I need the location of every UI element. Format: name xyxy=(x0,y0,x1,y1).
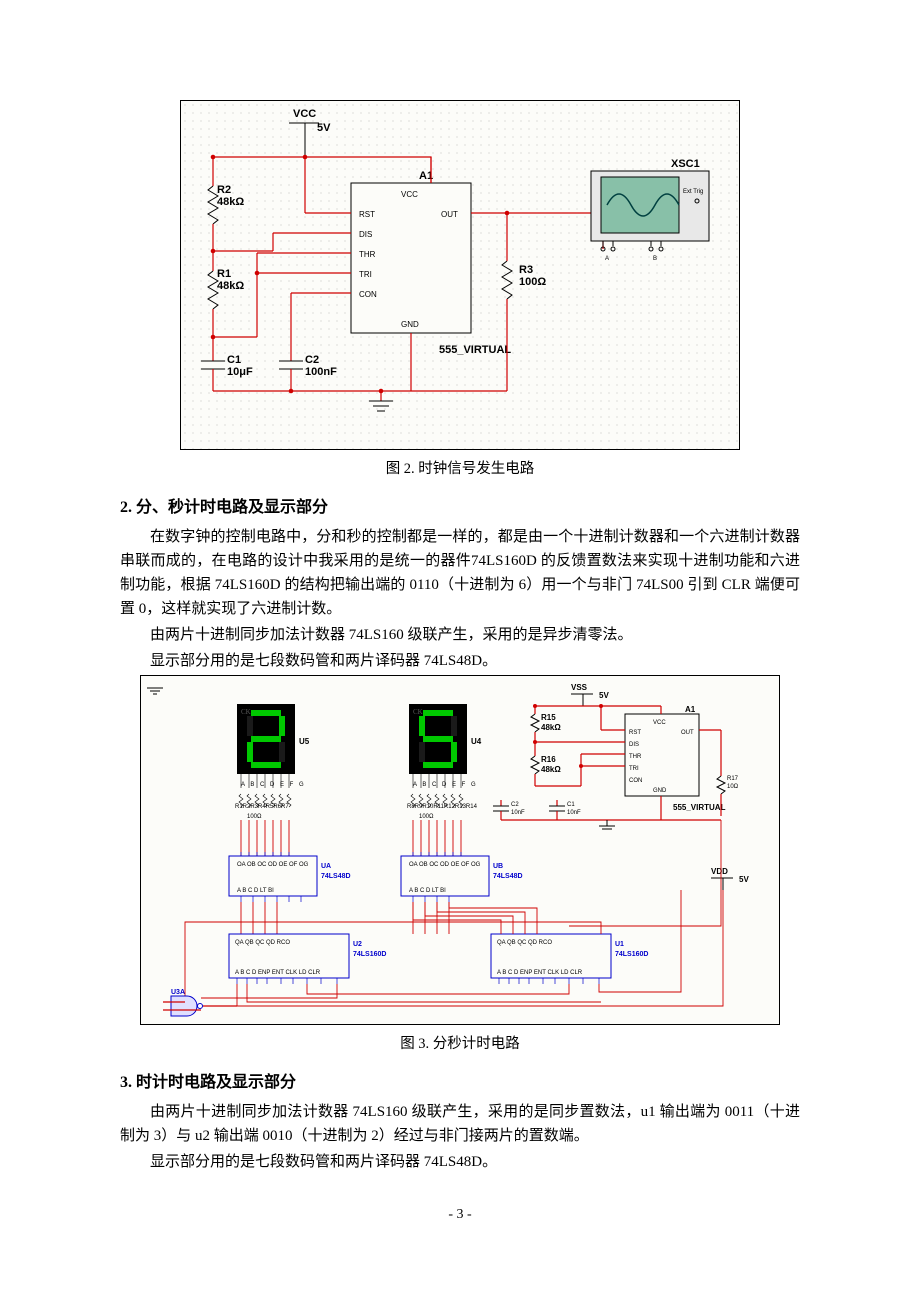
r2-val: 48kΩ xyxy=(217,196,244,208)
svg-text:10nF: 10nF xyxy=(567,810,581,816)
svg-text:CON: CON xyxy=(629,778,642,784)
svg-text:74LS160D: 74LS160D xyxy=(353,951,386,958)
c2-name: C2 xyxy=(305,354,319,366)
svg-text:48kΩ: 48kΩ xyxy=(541,723,561,732)
svg-text:74LS48D: 74LS48D xyxy=(493,873,523,880)
vcc-label: VCC xyxy=(293,108,316,120)
r1-val: 48kΩ xyxy=(217,280,244,292)
svg-text:U2: U2 xyxy=(353,941,362,948)
resistor-array-left: R1R2R3R4R5R6R7 100Ω xyxy=(235,794,291,820)
svg-text:U4: U4 xyxy=(471,737,482,746)
r1-name: R1 xyxy=(217,268,231,280)
svg-text:UB: UB xyxy=(493,863,503,870)
seven-seg-u5: CK xyxy=(237,704,295,774)
svg-text:74LS160D: 74LS160D xyxy=(615,951,648,958)
svg-text:A B C D ENP ENT CLK LD CLR: A B C D ENP ENT CLK LD CLR xyxy=(235,970,321,976)
circuit2-svg: VSS 5V R15 48kΩ R16 48kΩ A1 VCC RST OUT … xyxy=(141,676,781,1026)
section-2-p1: 在数字钟的控制电路中，分和秒的控制都是一样的，都是由一个十进制计数器和一个六进制… xyxy=(120,525,800,621)
r2-name: R2 xyxy=(217,184,231,196)
circuit-diagram-minsec: VSS 5V R15 48kΩ R16 48kΩ A1 VCC RST OUT … xyxy=(140,675,780,1025)
section-2-p3: 显示部分用的是七段数码管和两片译码器 74LS48D。 xyxy=(120,649,800,673)
svg-text:THR: THR xyxy=(629,754,642,760)
resistor-array-right: R8R9R10R11R12R13R14 100Ω xyxy=(407,794,478,820)
svg-text:R17: R17 xyxy=(727,776,739,782)
section-2-heading: 2. 分、秒计时电路及显示部分 xyxy=(120,495,800,521)
svg-text:R15: R15 xyxy=(541,713,556,722)
svg-text:R8R9R10R11R12R13R14: R8R9R10R11R12R13R14 xyxy=(407,804,478,810)
svg-text:A B C D E F G: A B C D E F G xyxy=(413,782,478,788)
svg-text:UA: UA xyxy=(321,863,331,870)
svg-text:DIS: DIS xyxy=(629,742,639,748)
svg-text:A B C D E F G: A B C D E F G xyxy=(241,782,306,788)
c1-name: C1 xyxy=(227,354,241,366)
section-2-p2: 由两片十进制同步加法计数器 74LS160 级联产生，采用的是异步清零法。 xyxy=(120,623,800,647)
svg-text:RST: RST xyxy=(629,730,641,736)
seven-seg-u4: CK xyxy=(409,704,467,774)
section-3-heading: 3. 时计时电路及显示部分 xyxy=(120,1070,800,1096)
svg-text:C2: C2 xyxy=(511,802,519,808)
svg-text:A1: A1 xyxy=(685,705,696,714)
section-3-p1: 由两片十进制同步加法计数器 74LS160 级联产生，采用的是同步置数法，u1 … xyxy=(120,1100,800,1148)
figure2-caption: 图 2. 时钟信号发生电路 xyxy=(120,458,800,481)
svg-text:DIS: DIS xyxy=(359,230,372,239)
svg-text:CON: CON xyxy=(359,290,377,299)
circuit-svg: VCC 5V R2 48kΩ R1 48kΩ C1 10μF xyxy=(181,101,741,451)
svg-text:100Ω: 100Ω xyxy=(247,814,262,820)
svg-text:5V: 5V xyxy=(599,691,609,700)
svg-text:A B C D ENP ENT CLK LD CLR: A B C D ENP ENT CLK LD CLR xyxy=(497,970,583,976)
svg-text:GND: GND xyxy=(653,788,667,794)
svg-text:U5: U5 xyxy=(299,737,310,746)
svg-text:100Ω: 100Ω xyxy=(419,814,434,820)
svg-text:OA OB OC OD OE OF OG: OA OB OC OD OE OF OG xyxy=(409,862,481,868)
c1-val: 10μF xyxy=(227,366,253,378)
svg-text:THR: THR xyxy=(359,250,376,259)
svg-text:U3A: U3A xyxy=(171,989,185,996)
svg-text:A B C D LT BI: A B C D LT BI xyxy=(409,888,446,894)
svg-text:GND: GND xyxy=(401,320,419,329)
svg-text:OUT: OUT xyxy=(441,210,458,219)
svg-text:C1: C1 xyxy=(567,802,575,808)
r3-name: R3 xyxy=(519,264,533,276)
svg-text:CK: CK xyxy=(413,708,423,716)
vcc-value: 5V xyxy=(317,122,331,134)
svg-text:OUT: OUT xyxy=(681,730,694,736)
svg-text:5V: 5V xyxy=(739,875,749,884)
figure3-caption: 图 3. 分秒计时电路 xyxy=(120,1033,800,1056)
svg-text:10nF: 10nF xyxy=(511,810,525,816)
svg-text:CK: CK xyxy=(241,708,251,716)
svg-text:U1: U1 xyxy=(615,941,624,948)
svg-text:VCC: VCC xyxy=(401,190,418,199)
circuit-diagram-555: VCC 5V R2 48kΩ R1 48kΩ C1 10μF xyxy=(180,100,740,450)
page-number: - 3 - xyxy=(120,1204,800,1226)
svg-text:QA QB QC QD RCO: QA QB QC QD RCO xyxy=(235,940,290,946)
svg-text:VCC: VCC xyxy=(653,720,666,726)
svg-text:B: B xyxy=(653,256,657,262)
nand-gate-u3a xyxy=(163,996,203,1016)
svg-text:QA QB QC QD RCO: QA QB QC QD RCO xyxy=(497,940,552,946)
svg-text:TRI: TRI xyxy=(359,270,372,279)
svg-text:RST: RST xyxy=(359,210,375,219)
svg-text:Ext Trig: Ext Trig xyxy=(683,189,703,195)
svg-text:VDD: VDD xyxy=(711,867,728,876)
svg-text:TRI: TRI xyxy=(629,766,639,772)
svg-text:OA OB OC OD OE OF OG: OA OB OC OD OE OF OG xyxy=(237,862,309,868)
svg-text:R16: R16 xyxy=(541,755,556,764)
svg-text:A: A xyxy=(605,256,609,262)
svg-text:74LS48D: 74LS48D xyxy=(321,873,351,880)
svg-text:10Ω: 10Ω xyxy=(727,784,739,790)
r3-val: 100Ω xyxy=(519,276,546,288)
chip-model: 555_VIRTUAL xyxy=(439,344,511,356)
svg-text:48kΩ: 48kΩ xyxy=(541,765,561,774)
scope-label: XSC1 xyxy=(671,158,700,170)
svg-text:A B C D LT BI: A B C D LT BI xyxy=(237,888,274,894)
svg-text:555_VIRTUAL: 555_VIRTUAL xyxy=(673,803,726,812)
svg-text:VSS: VSS xyxy=(571,683,588,692)
section-3-p2: 显示部分用的是七段数码管和两片译码器 74LS48D。 xyxy=(120,1150,800,1174)
c2-val: 100nF xyxy=(305,366,337,378)
